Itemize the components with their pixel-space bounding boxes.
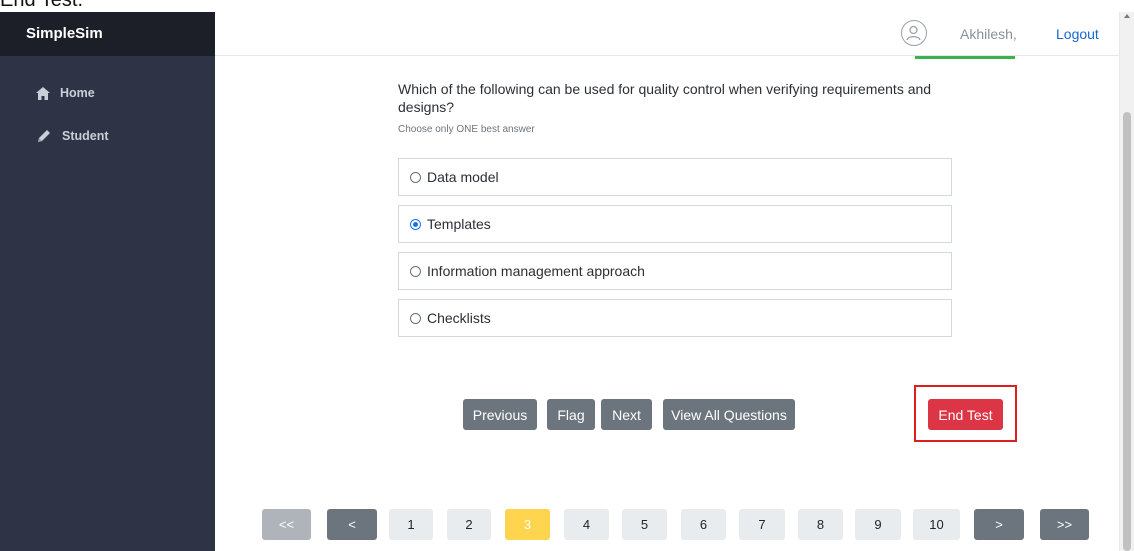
option-label: Information management approach <box>427 263 645 279</box>
page-button[interactable]: 1 <box>389 509 433 540</box>
radio-button[interactable] <box>410 312 421 324</box>
page-button[interactable]: 8 <box>798 509 843 540</box>
view-all-questions-button[interactable]: View All Questions <box>663 399 795 430</box>
previous-button[interactable]: Previous <box>463 399 537 430</box>
sidebar-item-student[interactable]: Student <box>36 128 109 144</box>
user-name: Akhilesh, <box>960 26 1017 42</box>
end-test-button[interactable]: End Test <box>928 399 1003 430</box>
app-window: End Test. SimpleSim Home Student Akhiles… <box>0 0 1134 551</box>
last-page-button[interactable]: >> <box>1040 509 1089 540</box>
home-icon <box>36 86 50 100</box>
next-button[interactable]: Next <box>601 399 652 430</box>
page-button[interactable]: 7 <box>739 509 785 540</box>
radio-button[interactable] <box>410 265 421 277</box>
scroll-up-icon[interactable] <box>1124 14 1130 18</box>
question-text: Which of the following can be used for q… <box>398 81 932 115</box>
top-bar: Akhilesh, Logout <box>215 12 1119 59</box>
scroll-thumb[interactable] <box>1123 112 1131 551</box>
page-button-current[interactable]: 3 <box>505 509 550 540</box>
pencil-icon <box>36 128 52 144</box>
page-button[interactable]: 6 <box>681 509 726 540</box>
radio-button[interactable] <box>410 171 421 183</box>
prev-page-button[interactable]: < <box>327 509 377 540</box>
answer-option-selected[interactable]: Templates <box>398 205 952 243</box>
page-button[interactable]: 2 <box>447 509 491 540</box>
logout-link[interactable]: Logout <box>1056 26 1099 42</box>
page-button[interactable]: 9 <box>855 509 901 540</box>
question-hint: Choose only ONE best answer <box>398 124 535 135</box>
page-button[interactable]: 10 <box>913 509 960 540</box>
next-page-button[interactable]: > <box>974 509 1024 540</box>
app-title: SimpleSim <box>0 12 215 56</box>
option-label: Templates <box>427 216 491 232</box>
avatar[interactable] <box>901 20 927 46</box>
user-icon <box>906 25 921 41</box>
answer-option[interactable]: Checklists <box>398 299 952 337</box>
scrollbar[interactable] <box>1119 12 1134 551</box>
flag-button[interactable]: Flag <box>547 399 595 430</box>
status-strip <box>915 56 1015 59</box>
sidebar-item-label: Student <box>62 129 109 143</box>
answer-option[interactable]: Data model <box>398 158 952 196</box>
sidebar-item-home[interactable]: Home <box>36 86 95 100</box>
sidebar: SimpleSim Home Student <box>0 12 215 551</box>
page-button[interactable]: 4 <box>564 509 609 540</box>
first-page-button[interactable]: << <box>262 509 311 540</box>
option-label: Checklists <box>427 310 491 326</box>
option-label: Data model <box>427 169 499 185</box>
caption-text: End Test. <box>0 0 84 11</box>
sidebar-item-label: Home <box>60 86 95 100</box>
page-button[interactable]: 5 <box>622 509 667 540</box>
answer-option[interactable]: Information management approach <box>398 252 952 290</box>
radio-button-checked[interactable] <box>410 218 421 230</box>
